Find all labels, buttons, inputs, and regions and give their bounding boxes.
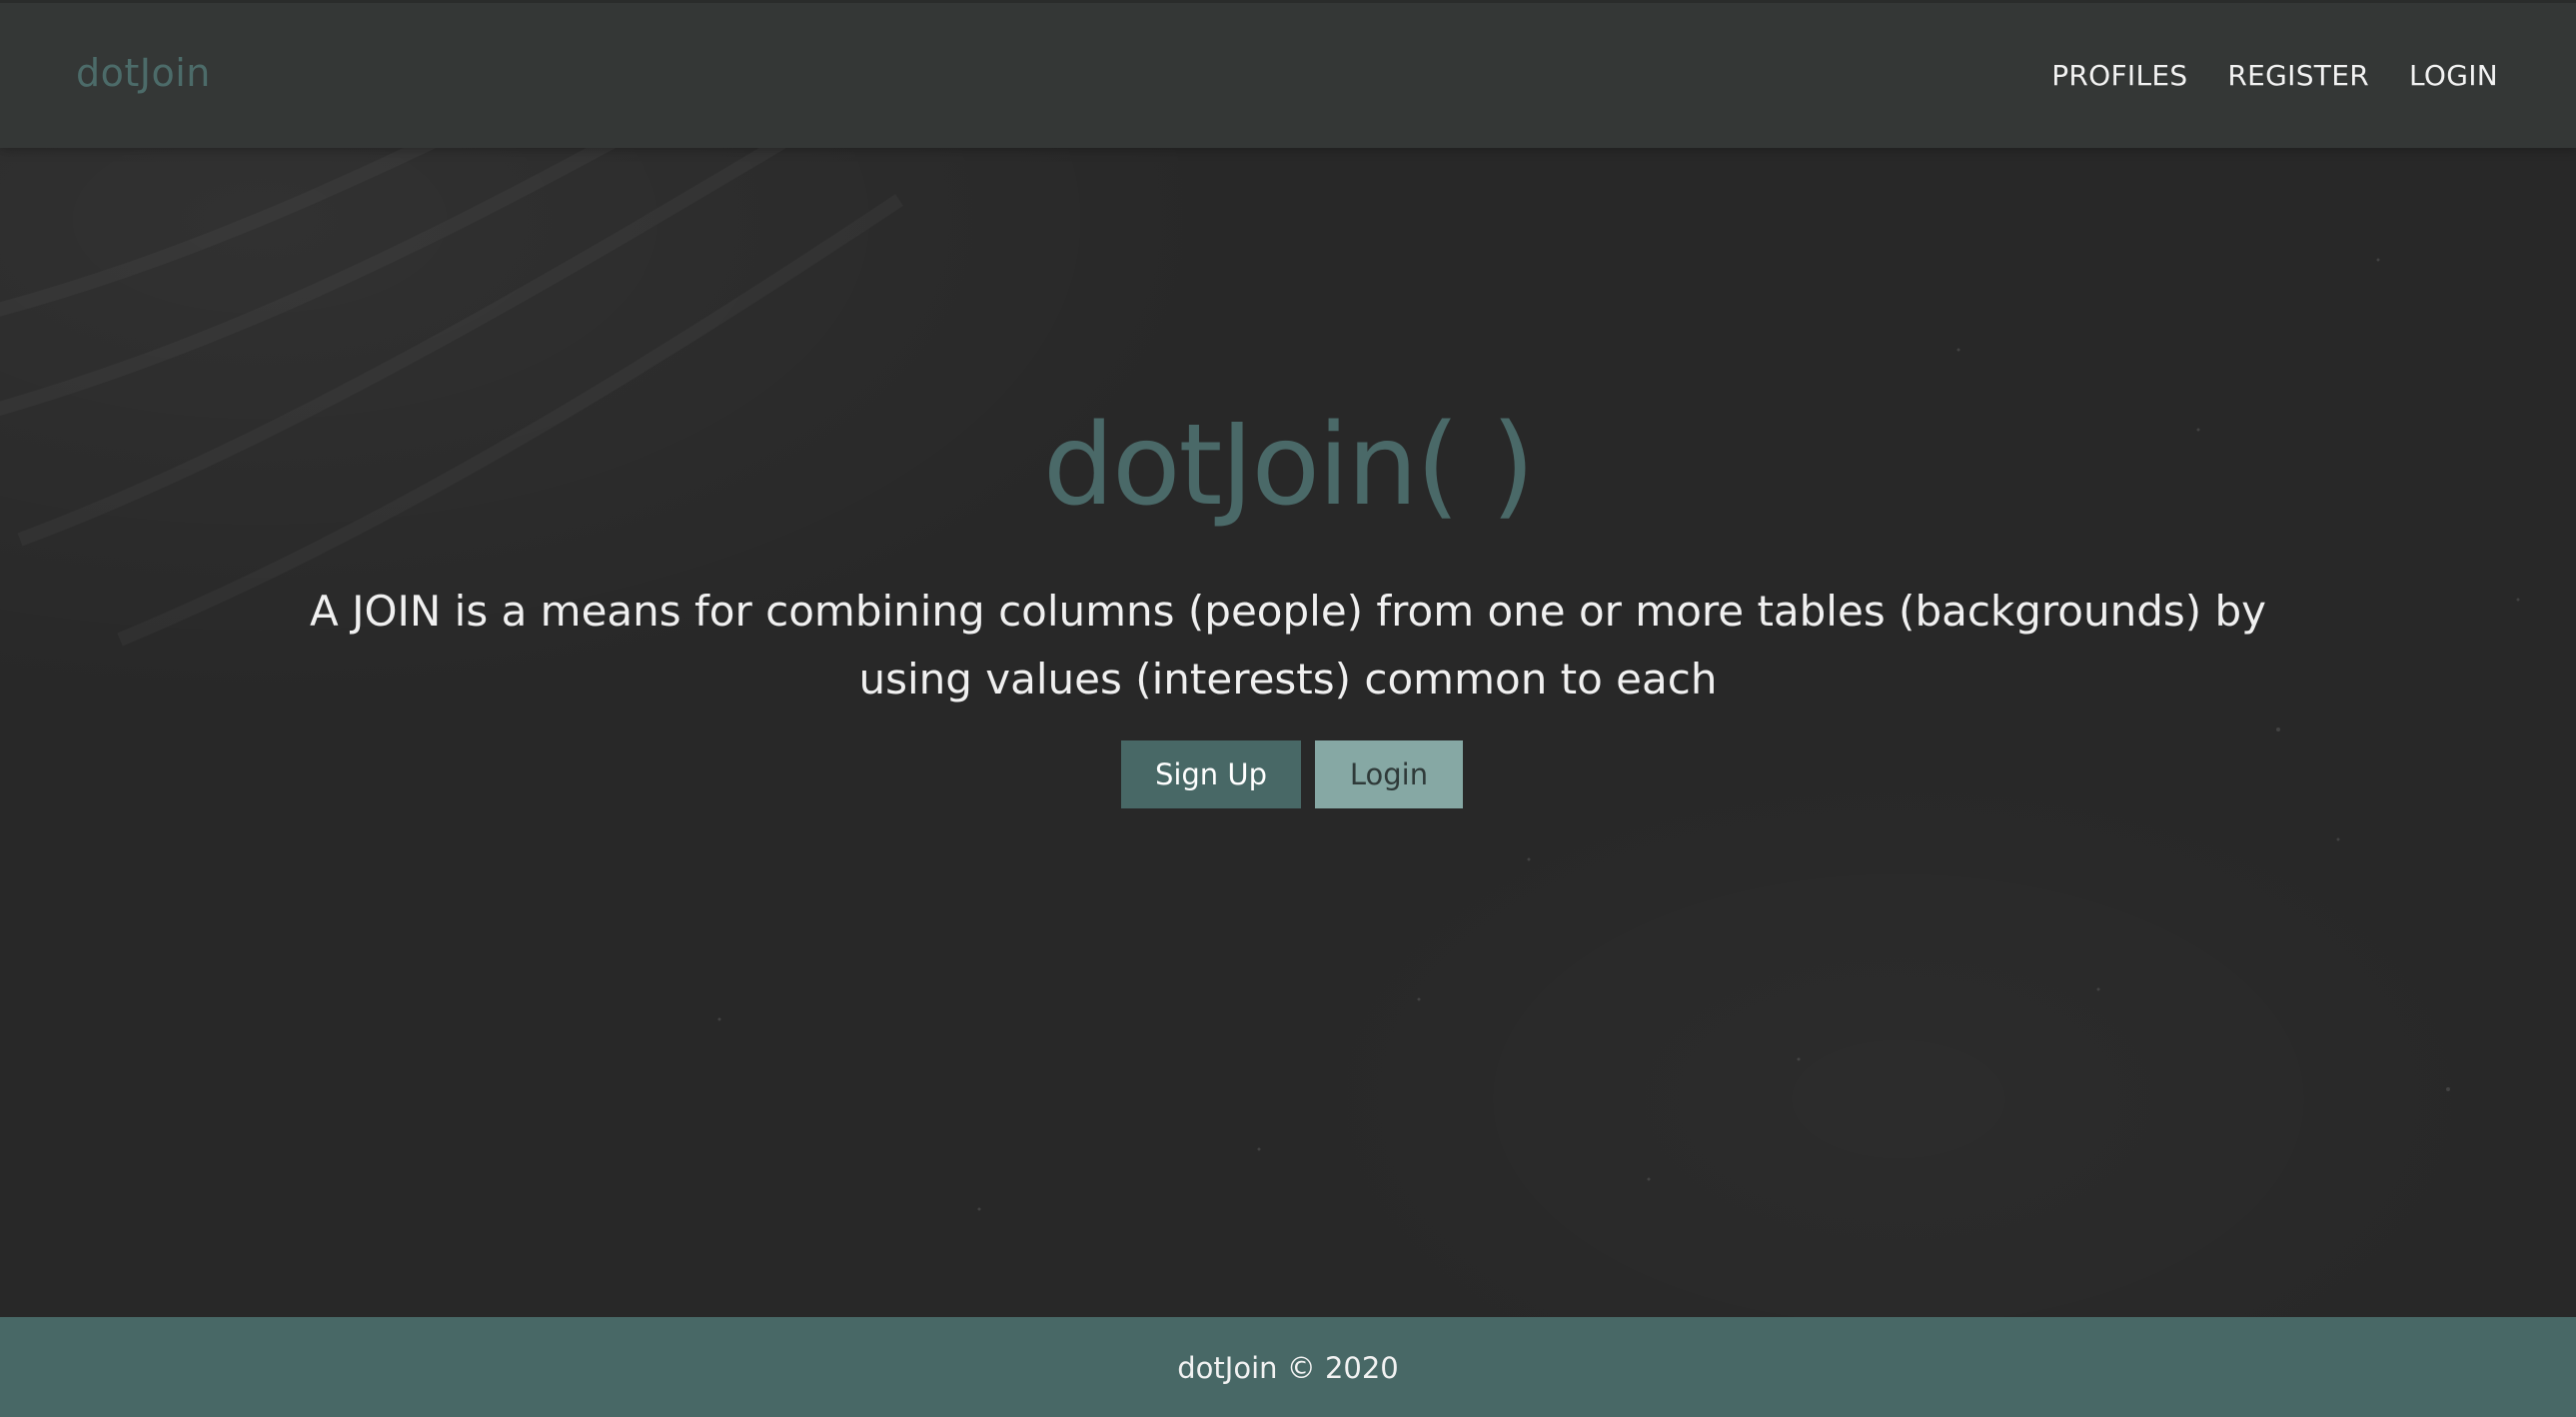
page: dotJoin PROFILES REGISTER LOGIN dotJoin(… xyxy=(0,0,2576,1417)
brand-logo-link[interactable]: dotJoin xyxy=(76,51,211,95)
hero-buttons: Sign Up Login xyxy=(0,740,2576,808)
hero-title: dotJoin( ) xyxy=(1042,401,1535,531)
navbar: dotJoin PROFILES REGISTER LOGIN xyxy=(0,0,2576,148)
nav-link-login[interactable]: LOGIN xyxy=(2409,59,2498,92)
signup-button[interactable]: Sign Up xyxy=(1121,740,1301,808)
hero-section: dotJoin( ) A JOIN is a means for combini… xyxy=(0,148,2576,1317)
footer-copyright: dotJoin © 2020 xyxy=(1177,1351,1399,1385)
login-button[interactable]: Login xyxy=(1315,740,1463,808)
nav-links: PROFILES REGISTER LOGIN xyxy=(2051,59,2498,92)
nav-link-profiles[interactable]: PROFILES xyxy=(2051,59,2187,92)
footer: dotJoin © 2020 xyxy=(0,1317,2576,1417)
hero-description: A JOIN is a means for combining columns … xyxy=(310,587,2266,704)
nav-link-register[interactable]: REGISTER xyxy=(2227,59,2369,92)
